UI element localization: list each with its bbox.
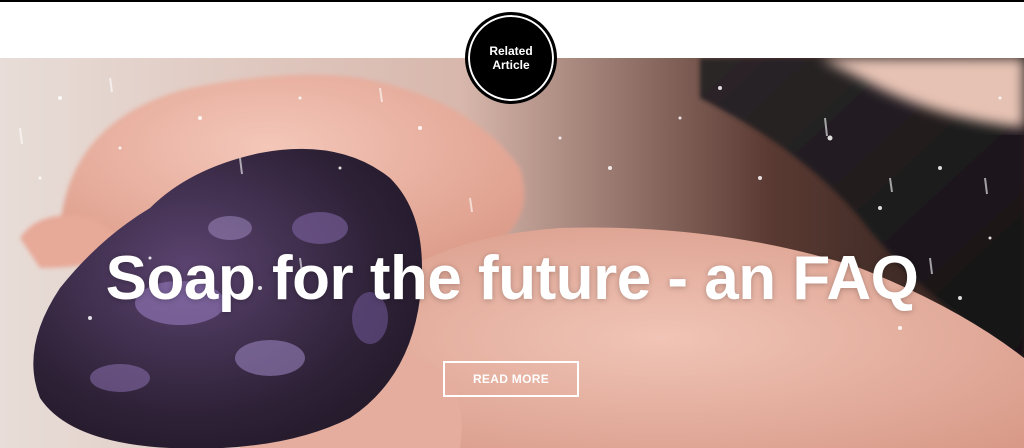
related-article-section: Soap for the future - an FAQ READ MORE R…	[0, 0, 1024, 448]
badge-label: Related Article	[481, 44, 541, 72]
badge-line-2: Article	[492, 58, 530, 72]
article-title[interactable]: Soap for the future - an FAQ	[0, 243, 1024, 315]
hero-banner[interactable]: Soap for the future - an FAQ READ MORE	[0, 58, 1024, 448]
badge-line-1: Related	[489, 44, 533, 58]
related-article-badge: Related Article	[465, 12, 557, 104]
read-more-button[interactable]: READ MORE	[443, 361, 579, 397]
